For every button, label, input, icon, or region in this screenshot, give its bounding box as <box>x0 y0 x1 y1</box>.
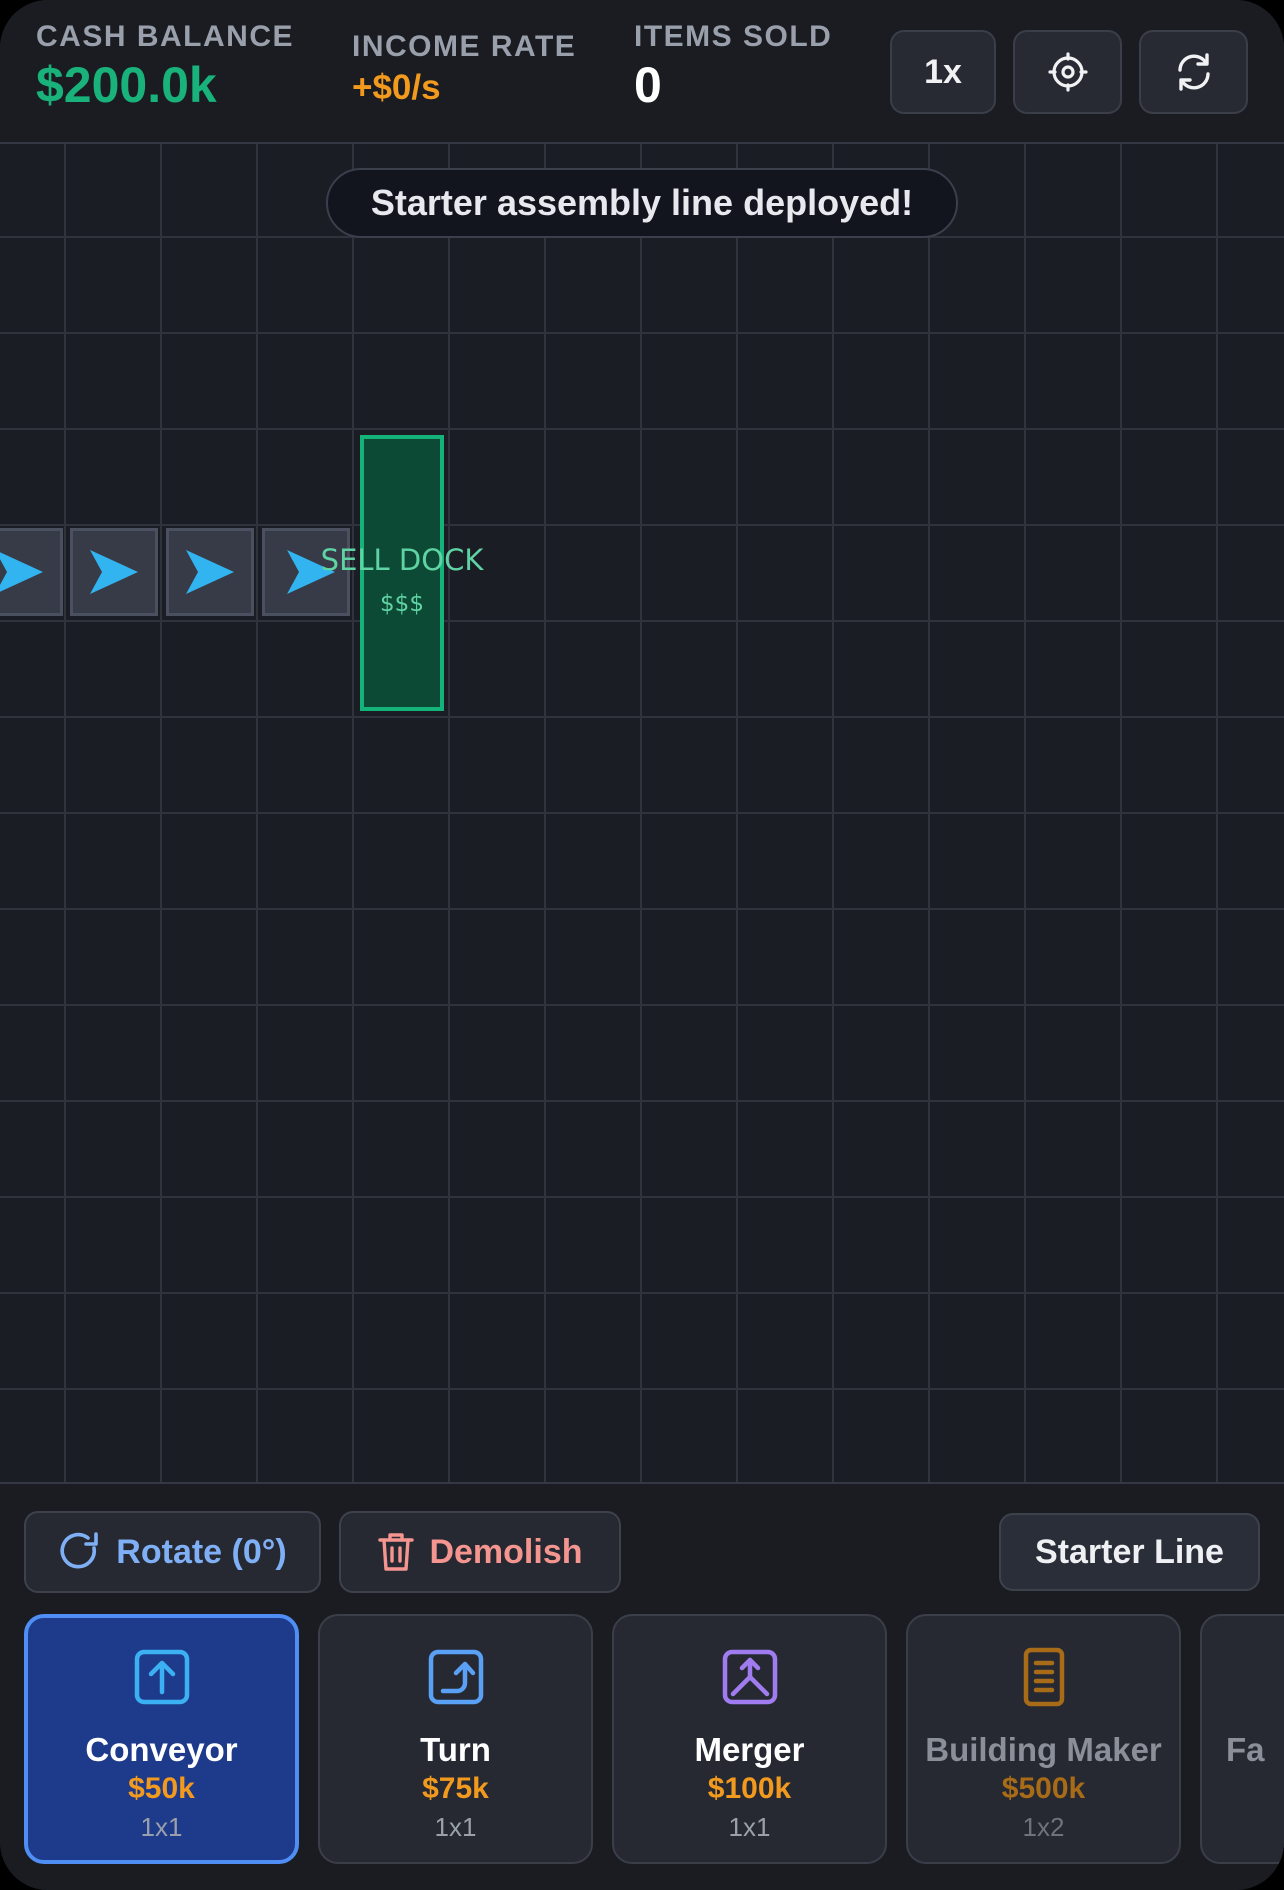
items-stat: ITEMS SOLD 0 <box>634 20 832 114</box>
income-stat: INCOME RATE +$0/s <box>352 30 576 108</box>
building-price: $50k <box>128 1772 195 1805</box>
cash-value: $200.0k <box>36 57 217 113</box>
notification-toast: Starter assembly line deployed! <box>326 168 958 238</box>
demolish-label: Demolish <box>429 1532 583 1571</box>
building-name: Turn <box>420 1731 491 1768</box>
building-name: Fa <box>1226 1731 1265 1768</box>
build-panel: Rotate (0°) Demolish Starter Line Convey… <box>0 1482 1284 1890</box>
building-card-building-maker[interactable]: Building Maker $500k 1x2 <box>906 1614 1181 1864</box>
building-name: Merger <box>694 1731 805 1768</box>
conveyor-tile[interactable] <box>70 528 158 616</box>
speed-button[interactable]: 1x <box>890 30 996 114</box>
building-size: 1x1 <box>434 1812 477 1842</box>
items-label: ITEMS SOLD <box>634 20 833 53</box>
income-value: +$0/s <box>352 68 441 107</box>
rotate-button[interactable]: Rotate (0°) <box>24 1511 321 1593</box>
building-maker-icon <box>1023 1647 1064 1707</box>
building-price: $75k <box>422 1772 489 1805</box>
cash-label: CASH BALANCE <box>36 20 294 53</box>
building-name: Conveyor <box>85 1731 238 1768</box>
income-label: INCOME RATE <box>352 30 577 63</box>
sell-dock-sublabel: $$$ <box>380 591 424 617</box>
merger-icon <box>722 1649 777 1705</box>
turn-icon <box>428 1649 483 1705</box>
target-icon <box>1047 52 1088 92</box>
building-card-conveyor[interactable]: Conveyor $50k 1x1 <box>24 1614 299 1864</box>
center-view-button[interactable] <box>1013 30 1122 114</box>
conveyor-tile[interactable] <box>166 528 254 616</box>
sell-dock-label: SELL DOCK <box>320 543 484 577</box>
factory-grid[interactable]: Starter assembly line deployed! SELL DOC… <box>0 144 1284 1482</box>
refresh-icon <box>1177 53 1210 91</box>
game-screen: CASH BALANCE $200.0k INCOME RATE +$0/s I… <box>0 0 1284 1890</box>
building-card-partial[interactable]: Fa <box>1200 1614 1284 1864</box>
arrow-right-icon <box>186 550 234 594</box>
building-size: 1x2 <box>1022 1812 1065 1842</box>
building-size: 1x1 <box>728 1812 771 1842</box>
cash-stat: CASH BALANCE $200.0k <box>36 20 294 114</box>
conveyor-tile[interactable] <box>0 528 63 616</box>
rotate-label: Rotate (0°) <box>116 1532 287 1571</box>
trash-icon <box>378 1533 415 1571</box>
rotate-icon <box>60 1532 99 1569</box>
starter-line-button[interactable]: Starter Line <box>999 1513 1260 1591</box>
building-price: $500k <box>1001 1772 1086 1805</box>
building-card-turn[interactable]: Turn $75k 1x1 <box>318 1614 593 1864</box>
building-size: 1x1 <box>140 1812 183 1842</box>
building-price: $100k <box>707 1772 792 1805</box>
arrow-right-icon <box>0 552 43 592</box>
arrow-right-icon <box>90 550 138 594</box>
building-card-merger[interactable]: Merger $100k 1x1 <box>612 1614 887 1864</box>
stats-header: CASH BALANCE $200.0k INCOME RATE +$0/s I… <box>0 0 1284 144</box>
reset-button[interactable] <box>1139 30 1248 114</box>
items-value: 0 <box>634 57 662 113</box>
building-name: Building Maker <box>925 1731 1162 1768</box>
demolish-button[interactable]: Demolish <box>339 1511 621 1593</box>
conveyor-icon <box>134 1649 189 1705</box>
